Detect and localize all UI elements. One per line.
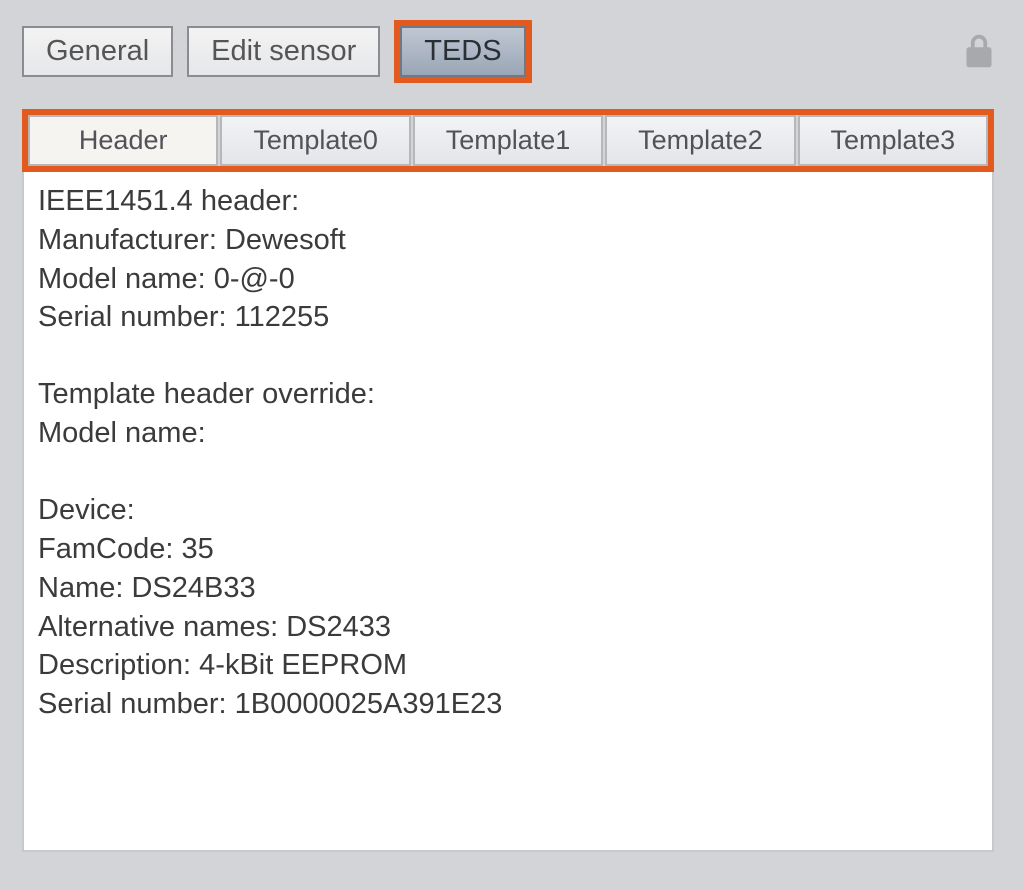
main-tab-row: General Edit sensor TEDS	[22, 20, 1002, 83]
blank-line	[38, 337, 978, 375]
highlight-box-sub-tabs: Header Template0 Template1 Template2 Tem…	[22, 109, 994, 172]
lock-button[interactable]	[964, 33, 1002, 69]
subtab-template0[interactable]: Template0	[220, 115, 410, 166]
template-override-line: Template header override:	[38, 375, 978, 414]
serial-number-line: Serial number: 112255	[38, 298, 978, 337]
description-line: Description: 4-kBit EEPROM	[38, 646, 978, 685]
device-header-line: Device:	[38, 491, 978, 530]
subtab-template1[interactable]: Template1	[413, 115, 603, 166]
device-name-line: Name: DS24B33	[38, 569, 978, 608]
subtab-template3[interactable]: Template3	[798, 115, 988, 166]
device-serial-line: Serial number: 1B0000025A391E23	[38, 685, 978, 724]
blank-line	[38, 453, 978, 491]
subtab-template2[interactable]: Template2	[605, 115, 795, 166]
tab-general[interactable]: General	[22, 26, 173, 77]
famcode-line: FamCode: 35	[38, 530, 978, 569]
model-name-line: Model name: 0-@-0	[38, 260, 978, 299]
alt-names-line: Alternative names: DS2433	[38, 608, 978, 647]
ieee-header-line: IEEE1451.4 header:	[38, 182, 978, 221]
teds-header-content: IEEE1451.4 header: Manufacturer: Dewesof…	[22, 172, 994, 852]
override-model-name-line: Model name:	[38, 414, 978, 453]
tab-edit-sensor[interactable]: Edit sensor	[187, 26, 380, 77]
highlight-box-main-tab: TEDS	[394, 20, 531, 83]
manufacturer-line: Manufacturer: Dewesoft	[38, 221, 978, 260]
tab-teds[interactable]: TEDS	[400, 26, 525, 77]
subtab-header[interactable]: Header	[28, 115, 218, 166]
lock-icon	[964, 33, 994, 69]
